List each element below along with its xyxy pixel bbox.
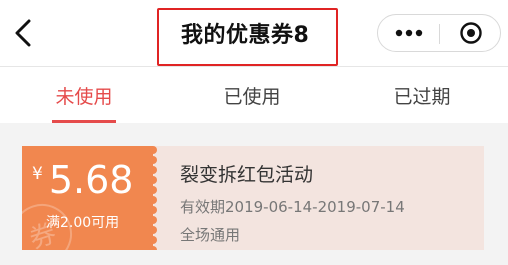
- coupon-scallop-edge: [147, 146, 157, 250]
- nav-header: 我的优惠券8: [0, 0, 508, 67]
- coupon-amount-row: ¥5.68: [32, 158, 133, 202]
- tab-expired[interactable]: 已过期: [372, 67, 472, 123]
- more-button[interactable]: [378, 15, 439, 51]
- back-button[interactable]: [8, 16, 38, 50]
- tab-unused[interactable]: 未使用: [34, 67, 134, 123]
- page-title: 我的优惠券8: [181, 23, 310, 48]
- chevron-left-icon: [15, 19, 31, 47]
- close-miniprogram-button[interactable]: [440, 15, 501, 51]
- coupon-value-panel: 券 ¥5.68 满2.00可用: [22, 146, 153, 250]
- active-tab-indicator: [52, 120, 116, 123]
- target-circle-icon: [459, 22, 482, 44]
- coupon-card[interactable]: 券 ¥5.68 满2.00可用 裂变拆红包活动 有效期2019-06-14-20…: [22, 146, 484, 250]
- coupon-amount: 5.68: [48, 158, 134, 202]
- coupon-name: 裂变拆红包活动: [180, 164, 314, 186]
- coupon-tabs: 未使用 已使用 已过期: [0, 67, 508, 123]
- more-dots-icon: [395, 29, 422, 37]
- coupon-validity: 有效期2019-06-14-2019-07-14: [180, 198, 405, 216]
- coupon-page: 我的优惠券8 未使用 已使用 已过期 券 ¥ 5.68 满2.00可用 裂变拆红…: [0, 0, 508, 265]
- coupon-scope: 全场通用: [180, 226, 241, 244]
- tab-used[interactable]: 已使用: [202, 67, 302, 123]
- mini-program-capsule: [377, 14, 501, 52]
- coupon-condition: 满2.00可用: [46, 215, 120, 231]
- currency-symbol: ¥: [32, 164, 43, 184]
